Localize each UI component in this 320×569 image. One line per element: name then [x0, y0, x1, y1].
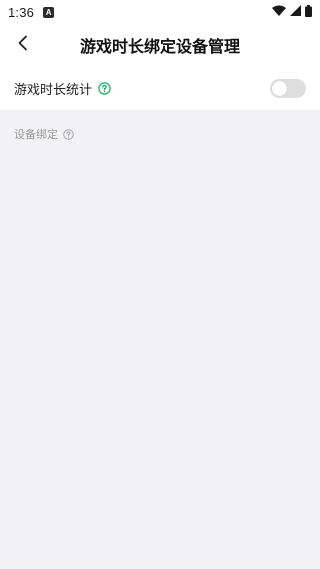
page-title: 游戏时长绑定设备管理 [79, 37, 240, 56]
app-header: 游戏时长绑定设备管理 [0, 24, 320, 66]
question-circle-icon[interactable] [63, 128, 74, 140]
battery-icon [305, 4, 312, 20]
device-binding-section-header: 设备绑定 [14, 126, 74, 142]
device-binding-label: 设备绑定 [14, 128, 58, 141]
wifi-icon [272, 5, 286, 19]
status-bar: 1:36 A [0, 0, 320, 24]
chevron-left-icon [17, 35, 29, 55]
screen: 1:36 A 游戏时长绑定设备管理 游戏时长统计 设备绑定 [0, 0, 320, 569]
toggle-knob [272, 80, 287, 96]
notification-icon: A [43, 6, 55, 18]
back-button[interactable] [10, 32, 36, 58]
status-time: 1:36 [8, 4, 35, 20]
signal-icon [290, 5, 301, 19]
question-circle-icon[interactable] [98, 81, 111, 95]
game-time-stats-toggle[interactable] [270, 78, 306, 98]
status-icons [272, 4, 312, 20]
game-time-stats-label: 游戏时长统计 [14, 82, 93, 98]
game-time-stats-row: 游戏时长统计 [0, 66, 320, 110]
